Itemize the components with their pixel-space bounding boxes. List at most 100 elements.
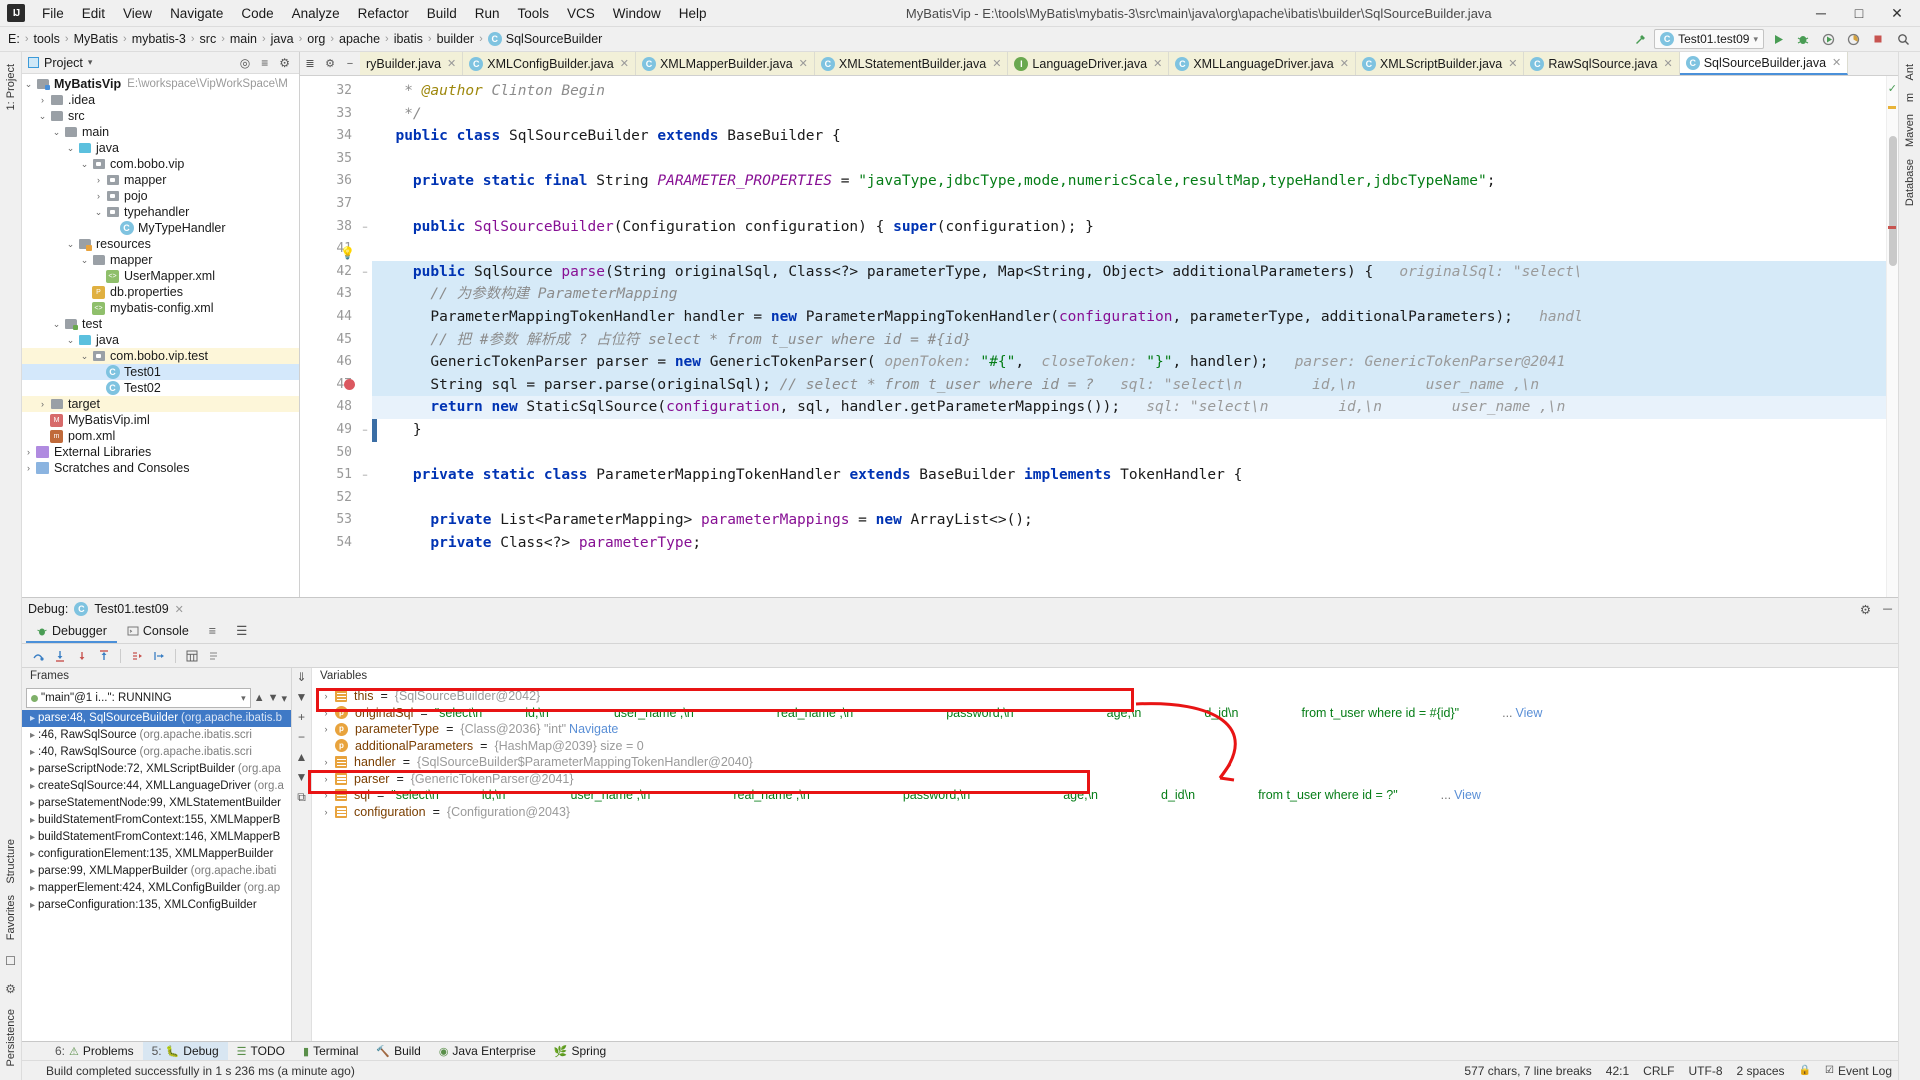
breadcrumb-item-3[interactable]: mybatis-3 [128,30,190,48]
line-number-52[interactable]: 52 [300,487,358,510]
tab-console[interactable]: Console [117,620,199,643]
frame-row[interactable]: ▸ parseConfiguration:135, XMLConfigBuilde… [22,897,291,914]
bottom-tab-todo[interactable]: ☰ TODO [228,1042,294,1060]
fold-marker[interactable] [358,374,372,397]
tree-expand-arrow[interactable]: › [22,447,35,457]
close-button[interactable]: ✕ [1878,0,1916,26]
tree-expand-arrow[interactable]: ⌄ [78,159,91,170]
code-line-49[interactable]: } [372,419,1886,442]
rail-tab-favorites[interactable]: Favorites [3,889,19,946]
frame-row[interactable]: ▸ mapperElement:424, XMLConfigBuilder (org… [22,880,291,897]
bottom-tab-terminal[interactable]: ▮ Terminal [294,1042,367,1060]
caret-position[interactable]: 42:1 [1606,1064,1629,1078]
menu-build[interactable]: Build [418,3,466,24]
view-link[interactable]: View [1516,705,1543,722]
camera-icon[interactable]: ☐ [5,954,16,968]
tree-node-mapper[interactable]: › mapper [22,172,299,188]
code-line-34[interactable]: public class SqlSourceBuilder extends Ba… [372,125,1886,148]
breakpoint-icon[interactable] [344,378,355,390]
tab-layout-icon-1[interactable]: ≡ [199,620,226,643]
fold-marker[interactable] [358,532,372,555]
expand-arrow[interactable]: › [320,721,332,738]
code-line-51[interactable]: private static class ParameterMappingTok… [372,464,1886,487]
line-number-33[interactable]: 33 [300,103,358,126]
fold-marker[interactable] [358,170,372,193]
menu-edit[interactable]: Edit [73,3,114,24]
stop-button[interactable] [1867,29,1889,49]
close-tab-icon[interactable]: ✕ [1340,57,1349,70]
tree-expand-arrow[interactable]: › [92,191,105,201]
fold-marker[interactable]: − [358,261,372,284]
tree-expand-arrow[interactable]: ⌄ [64,335,77,346]
code-line-33[interactable]: */ [372,103,1886,126]
tree-expand-arrow[interactable]: ⌄ [64,143,77,154]
scroll-up-icon[interactable]: ▲ [296,750,308,764]
code-line-35[interactable] [372,148,1886,171]
code-line-43[interactable]: // 为参数构建 ParameterMapping [372,283,1886,306]
code-line-44[interactable]: ParameterMappingTokenHandler handler = n… [372,305,1886,329]
view-link[interactable]: View [1454,787,1481,804]
close-tab-icon[interactable]: ✕ [1832,56,1841,69]
collapse-all-icon[interactable]: ≡ [258,56,271,70]
tree-expand-arrow[interactable]: ⌄ [50,319,63,330]
frames-down-icon[interactable]: ▼ [268,692,279,704]
tree-expand-arrow[interactable]: › [92,175,105,185]
bottom-tab-build[interactable]: 🔨 Build [367,1042,429,1060]
search-everywhere-icon[interactable] [1892,29,1914,49]
tab-layout-icon-2[interactable]: ☰ [226,620,257,643]
line-number-48[interactable]: 48 [300,396,358,419]
tree-expand-arrow[interactable]: ⌄ [50,127,63,138]
frame-row[interactable]: ▸:40, RawSqlSource (org.apache.ibatis.scr… [22,744,291,761]
editor-tab-xmlstatementbuilder-java[interactable]: C XMLStatementBuilder.java ✕ [814,52,1009,75]
fold-marker[interactable] [358,442,372,465]
editor-tab-rawsqlsource-java[interactable]: C RawSqlSource.java ✕ [1524,52,1680,75]
editor-tab-rybuilder-java[interactable]: ryBuilder.java ✕ [360,52,464,75]
editor-tab-xmlmapperbuilder-java[interactable]: C XMLMapperBuilder.java ✕ [635,52,815,75]
settings-gear-icon[interactable]: ⚙ [320,52,340,75]
filter-icon[interactable]: ▼ [296,690,308,704]
expand-arrow[interactable]: › [320,804,332,821]
code-line-32[interactable]: * @author Clinton Begin [372,80,1886,103]
code-line-45[interactable]: // 把 #参数 解析成 ? 占位符 select * from t_user … [372,328,1886,352]
tree-expand-arrow[interactable]: › [36,95,49,105]
fold-marker[interactable] [358,283,372,306]
line-number-35[interactable]: 35 [300,148,358,171]
breadcrumb-item-4[interactable]: src [196,30,221,48]
line-number-49[interactable]: 49 [300,419,358,442]
variable-row-originalSql[interactable]: › p originalSql = "select\n id,\n user_name ,\… [312,705,1898,722]
rail-tab-project[interactable]: 1: Project [3,58,19,116]
scroll-down-icon[interactable]: ▼ [296,770,308,784]
line-number-41[interactable]: 💡 41 [300,238,358,261]
tree-expand-arrow[interactable]: ⌄ [78,255,91,266]
breadcrumb-item-10[interactable]: builder [433,30,479,48]
code-content[interactable]: * @author Clinton Begin */ public class … [372,76,1886,597]
bottom-tab-spring[interactable]: 🌿 Spring [545,1042,615,1060]
line-number-47[interactable]: 47 [300,374,358,397]
bottom-tab-debug[interactable]: 5: 🐛 Debug [142,1042,228,1060]
tree-node-mybatis-config-xml[interactable]: <> mybatis-config.xml [22,300,299,316]
code-line-54[interactable]: private Class<?> parameterType; [372,532,1886,555]
fold-marker[interactable] [358,125,372,148]
force-step-into-icon[interactable] [72,646,92,666]
event-log-button[interactable]: ☑ Event Log [1825,1064,1892,1078]
frame-row[interactable]: ▸ buildStatementFromContext:146, XMLMappe… [22,829,291,846]
tree-expand-arrow[interactable]: › [22,463,35,473]
settings-gear-icon[interactable]: ⚙ [276,56,293,70]
tree-node-main[interactable]: ⌄ main [22,124,299,140]
frames-up-icon[interactable]: ▲ [254,692,265,704]
breadcrumb-item-class[interactable]: C SqlSourceBuilder [484,30,607,48]
menu-window[interactable]: Window [604,3,670,24]
expand-arrow[interactable]: › [320,754,332,771]
menu-code[interactable]: Code [232,3,282,24]
drop-frame-icon[interactable] [127,646,147,666]
hammer-build-icon[interactable] [1629,29,1651,49]
maximize-button[interactable]: □ [1840,0,1878,26]
frame-row[interactable]: ▸ parse:99, XMLMapperBuilder (org.apache.i… [22,863,291,880]
bottom-tab-java-enterprise[interactable]: ◉ Java Enterprise [430,1042,545,1060]
tree-expand-arrow[interactable]: › [36,399,49,409]
fold-marker[interactable] [358,329,372,352]
tree-node-pojo[interactable]: › pojo [22,188,299,204]
tree-node-src[interactable]: ⌄ src [22,108,299,124]
breadcrumb-item-5[interactable]: main [226,30,261,48]
editor-tabs[interactable]: ryBuilder.java ✕ C XMLConfigBuilder.java ✕ C X… [360,52,1898,75]
